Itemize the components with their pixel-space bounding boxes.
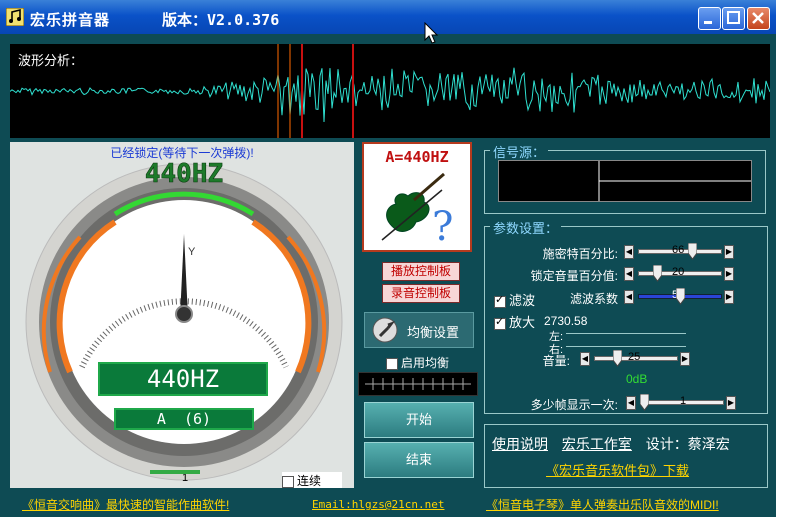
slider-thumb-icon[interactable] <box>653 265 662 282</box>
enable-eq-label: 启用均衡 <box>401 356 450 370</box>
filter-check[interactable] <box>494 293 506 308</box>
slider-left-arrow-icon[interactable]: ◀ <box>624 290 634 304</box>
music-note-icon <box>6 8 24 26</box>
signal-source-display <box>498 160 752 202</box>
frames-label: 多少帧显示一次: <box>530 398 618 412</box>
slider-left-arrow-icon[interactable]: ◀ <box>624 245 634 259</box>
slider-thumb-icon[interactable] <box>675 288 685 305</box>
amplify-check[interactable] <box>494 315 506 330</box>
record-panel-button[interactable]: 录音控制板 <box>382 284 460 303</box>
slider-right-arrow-icon[interactable]: ▶ <box>680 352 690 366</box>
slider-thumb-icon[interactable] <box>612 350 622 367</box>
tuner-gauge: Y 440HZ <box>25 159 343 481</box>
needle-hub <box>175 305 193 323</box>
waveform-graph <box>10 44 770 138</box>
design-credit: 设计：蔡泽宏 <box>645 436 730 452</box>
help-link[interactable]: 使用说明 <box>492 436 548 452</box>
equalizer-grid <box>365 378 471 390</box>
waveform-panel: 波形分析： <box>10 44 770 138</box>
enable-eq-checkbox[interactable]: 启用均衡 <box>386 354 449 371</box>
violin-icon: ? <box>381 172 453 248</box>
mouse-cursor-icon <box>424 22 439 44</box>
left-channel-meter <box>566 333 686 334</box>
filter-coef-slider[interactable]: ◀ 50 ▶ <box>624 288 736 305</box>
close-button[interactable] <box>747 7 770 30</box>
minimize-button[interactable] <box>698 7 721 30</box>
params-title: 参数设置： <box>490 218 562 237</box>
filter-checkbox[interactable]: 滤波 <box>494 290 535 309</box>
slider-right-arrow-icon[interactable]: ▶ <box>724 290 734 304</box>
filter-label: 滤波 <box>509 293 536 308</box>
slider-right-arrow-icon[interactable]: ▶ <box>724 267 734 281</box>
maximize-icon <box>727 11 740 24</box>
equalizer-bar <box>358 372 478 396</box>
slider-right-arrow-icon[interactable]: ▶ <box>726 396 736 410</box>
db-readout: 0dB <box>626 372 648 386</box>
email-link[interactable]: Email:hlgzs@21cn.net <box>312 498 444 511</box>
svg-text:Y: Y <box>188 246 196 258</box>
schmitt-slider[interactable]: ◀ 66 ▶ <box>624 243 736 260</box>
slider-right-arrow-icon[interactable]: ▶ <box>724 245 734 259</box>
question-mark-icon: ? <box>432 204 453 248</box>
continuous-label: 连续 <box>297 474 322 488</box>
start-button[interactable]: 开始 <box>364 402 474 438</box>
slider-left-arrow-icon[interactable]: ◀ <box>580 352 590 366</box>
close-icon <box>752 12 764 24</box>
continuous-check[interactable] <box>282 475 294 488</box>
main-window: 宏乐拼音器 版本：V2.0.376 波形分析： 已经锁定(等待下一次弹拨)! Y… <box>0 0 776 517</box>
continuous-checkbox[interactable]: 连续 <box>282 472 342 488</box>
lock-volume-slider[interactable]: ◀ 20 ▶ <box>624 265 736 282</box>
equalizer-button[interactable]: 均衡设置 <box>364 312 474 348</box>
signal-source-title: 信号源： <box>490 142 549 161</box>
amplify-value: 2730.58 <box>544 314 588 328</box>
ad-left-link[interactable]: 《恒音交响曲》最快速的智能作曲软件! <box>22 496 229 513</box>
window-version: 版本：V2.0.376 <box>162 11 280 29</box>
equalizer-label: 均衡设置 <box>407 325 460 340</box>
tuner-panel: 已经锁定(等待下一次弹拨)! Y 440HZ 440HZ A (6) 1 <box>10 142 354 488</box>
minimize-icon <box>704 21 712 24</box>
note-display: A (6) <box>114 408 254 430</box>
right-channel-meter <box>566 346 686 347</box>
amplify-checkbox[interactable]: 放大 <box>494 312 535 331</box>
a440-text: A=440HZ <box>385 148 449 166</box>
frequency-display: 440HZ <box>98 362 268 396</box>
enable-eq-check[interactable] <box>386 357 398 370</box>
a440-badge: A=440HZ ? <box>362 142 472 252</box>
slider-left-arrow-icon[interactable]: ◀ <box>624 267 634 281</box>
frames-slider[interactable]: ◀ 1 ▶ <box>626 394 738 411</box>
wrench-icon <box>372 317 398 343</box>
filter-coef-label: 滤波系数 <box>569 292 618 306</box>
volume-label: 音量: <box>542 354 570 368</box>
package-download-link[interactable]: 《宏乐音乐软件包》下载 <box>546 460 689 479</box>
stripe-indicator <box>150 470 200 474</box>
top-frequency-display: 440HZ <box>145 159 223 189</box>
schmitt-label: 施密特百分比: <box>542 247 618 261</box>
links-row: 使用说明 宏乐工作室 设计：蔡泽宏 <box>492 434 730 454</box>
slider-thumb-icon[interactable] <box>687 243 697 260</box>
studio-link[interactable]: 宏乐工作室 <box>562 436 632 452</box>
slider-thumb-icon[interactable] <box>640 394 649 411</box>
maximize-button[interactable] <box>722 7 745 30</box>
waveform-trace <box>10 67 770 123</box>
lock-volume-label: 锁定音量百分值: <box>530 269 618 283</box>
window-title: 宏乐拼音器 <box>30 11 111 29</box>
ad-right-link[interactable]: 《恒音电子琴》单人弹奏出乐队音效的MIDI! <box>486 496 719 513</box>
playback-panel-button[interactable]: 播放控制板 <box>382 262 460 281</box>
signal-source-trace <box>598 161 751 201</box>
amplify-label: 放大 <box>509 315 536 330</box>
slider-left-arrow-icon[interactable]: ◀ <box>626 396 636 410</box>
volume-slider[interactable]: ◀ 25 ▶ <box>580 350 692 367</box>
stop-button[interactable]: 结束 <box>364 442 474 478</box>
title-bar: 宏乐拼音器 版本：V2.0.376 <box>0 0 776 34</box>
